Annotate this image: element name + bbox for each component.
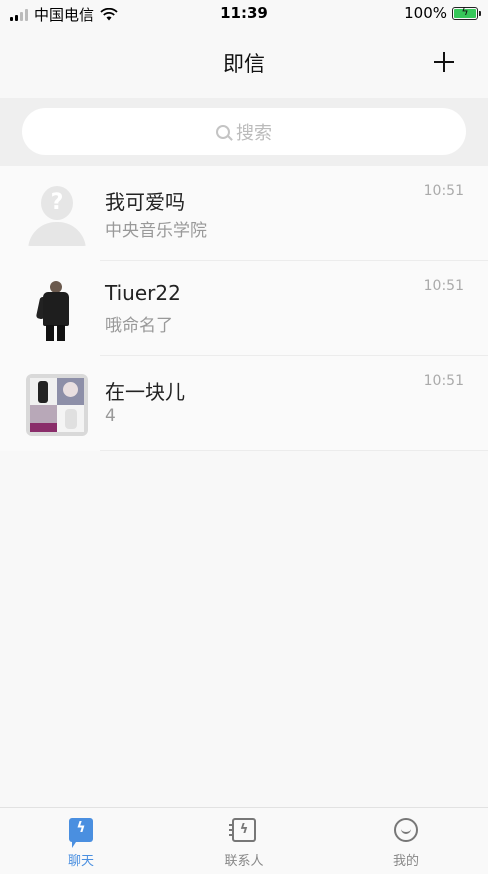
chat-preview: 哦命名了 [105,316,173,336]
page-title: 即信 [223,52,265,76]
chat-time: 10:51 [423,278,464,294]
battery-percent: 100% [404,4,447,22]
plus-icon[interactable] [434,52,454,72]
search-area: 搜索 [0,98,488,166]
tab-label: 联系人 [224,854,264,869]
tab-bar: ϟ 聊天 ϟ 联系人 我的 [0,807,488,874]
smile-icon [394,818,418,842]
default-user-avatar: ? [26,184,88,246]
chat-name: 我可爱吗 [105,190,185,214]
chat-preview: 4 [105,406,116,426]
divider [100,450,488,451]
chat-list-item[interactable]: 在一块儿 4 10:51 [0,356,488,451]
chat-name: 在一块儿 [105,380,185,404]
search-placeholder: 搜索 [236,122,272,144]
tab-me[interactable]: 我的 [356,818,456,869]
chat-list-item[interactable]: ? 我可爱吗 中央音乐学院 10:51 [0,166,488,261]
chat-name: Tiuer22 [105,281,181,305]
tab-label: 我的 [392,854,419,869]
group-collage-avatar [26,374,88,436]
chat-bubble-icon: ϟ [69,818,93,848]
status-bar: 中国电信 11:39 100% ϟ [0,0,488,28]
chat-time: 10:51 [423,183,464,199]
tab-label: 聊天 [67,854,94,869]
search-input[interactable]: 搜索 [22,108,466,155]
contacts-icon: ϟ [229,818,256,842]
chat-list-item[interactable]: Tiuer22 哦命名了 10:51 [0,261,488,356]
chat-list: ? 我可爱吗 中央音乐学院 10:51 Tiuer22 哦命名了 10:51 在… [0,166,488,451]
nav-bar: 即信 [0,28,488,98]
chat-preview: 中央音乐学院 [105,221,207,241]
status-right: 100% ϟ [404,4,481,22]
search-icon [216,124,230,139]
battery-icon: ϟ [452,5,481,20]
tab-chat[interactable]: ϟ 聊天 [31,818,131,869]
chat-time: 10:51 [423,373,464,389]
tab-contacts[interactable]: ϟ 联系人 [194,818,294,869]
person-photo-avatar [26,279,88,341]
